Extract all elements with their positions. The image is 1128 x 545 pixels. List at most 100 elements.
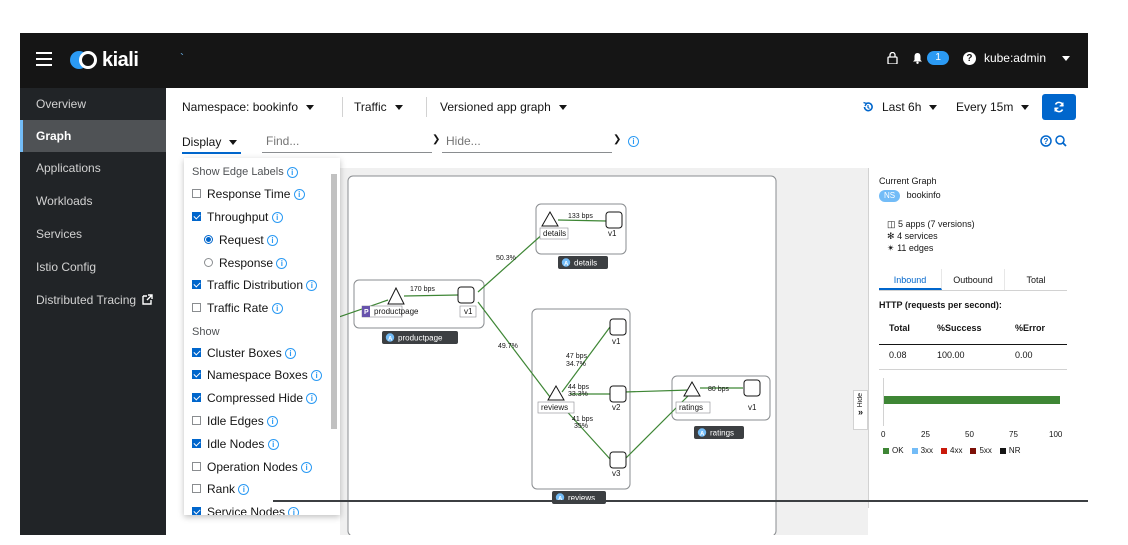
legend-5xx: 5xx [970,446,992,455]
ok-bar [884,396,1060,404]
checkbox-checked-icon[interactable] [192,280,201,290]
hide-panel-toggle[interactable]: Hide » [853,390,868,430]
tab-total[interactable]: Total [1005,269,1067,290]
option-traffic-rate[interactable]: Traffic Rate i [192,298,283,318]
graph-help-icons[interactable]: ? [1040,134,1068,148]
hide-input[interactable] [442,129,612,153]
ratings-node-label: ratings [679,403,703,412]
option-operation-nodes[interactable]: Operation Nodes i [192,457,313,477]
info-icon[interactable]: i [276,258,288,270]
option-response-time[interactable]: Response Time i [192,184,305,204]
sidebar-item-workloads[interactable]: Workloads [20,185,166,217]
duration-label: Last 6h [882,100,922,114]
sidebar-item-istio-config[interactable]: Istio Config [20,251,166,283]
divider [342,97,343,117]
refresh-icon [1054,101,1064,113]
option-label: Namespace Boxes [207,368,308,382]
checkbox-checked-icon[interactable] [192,212,201,222]
bell-icon [913,53,923,64]
menu-scrollbar[interactable] [330,162,338,510]
sidebar-item-graph[interactable]: Graph [20,120,166,152]
radio-selected-icon[interactable] [204,235,213,245]
refresh-interval-dropdown[interactable]: Every 15m [956,95,1030,119]
lock-icon[interactable] [887,52,899,64]
display-dropdown[interactable]: Display [182,130,242,154]
notifications-button[interactable]: 1 [912,51,949,65]
find-input[interactable] [262,129,432,153]
traffic-dropdown[interactable]: Traffic [354,95,403,119]
checkbox-checked-icon[interactable] [192,370,201,380]
option-request[interactable]: Request i [204,230,279,250]
apps-row: ◫ 5 apps (7 versions) [887,218,975,230]
kiali-logo[interactable]: kiali [70,47,139,73]
sidebar-item-applications[interactable]: Applications [20,152,166,184]
user-menu[interactable]: ? kube:admin [962,51,1070,65]
svg-text:ratings: ratings [710,429,734,438]
tab-outbound[interactable]: Outbound [942,269,1005,290]
option-idle-edges[interactable]: Idle Edges i [192,411,279,431]
option-traffic-distribution[interactable]: Traffic Distribution i [192,275,318,295]
graph-canvas[interactable]: P productpage v1 details v1 reviews v1 v… [335,168,868,535]
checkbox-icon[interactable] [192,189,201,199]
find-help-icon[interactable]: i [628,136,639,147]
option-response[interactable]: Response i [204,253,288,273]
info-icon[interactable]: i [293,189,305,201]
chevron-down-icon [558,105,567,111]
info-icon[interactable]: i [286,166,298,178]
edge-label: 35% [574,423,588,430]
info-icon[interactable]: i [311,370,323,382]
sidebar-item-services[interactable]: Services [20,218,166,250]
checkbox-icon[interactable] [192,462,201,472]
graph-type-dropdown[interactable]: Versioned app graph [440,95,567,119]
graph-find-toolbar: Display ❯ ❯ i ? [166,126,1088,158]
edges-count: 11 edges [897,243,934,253]
reviews-node-label: reviews [541,403,568,412]
hide-history-chevron-icon[interactable]: ❯ [613,134,621,145]
find-history-chevron-icon[interactable]: ❯ [432,134,440,145]
help-icon[interactable]: ? [962,51,976,65]
option-rank[interactable]: Rank i [192,479,250,499]
checkbox-icon[interactable] [192,416,201,426]
option-idle-nodes[interactable]: Idle Nodes i [192,434,279,454]
checkbox-checked-icon[interactable] [192,439,201,449]
namespace-label: Namespace: bookinfo [182,100,299,114]
info-icon[interactable]: i [301,462,313,474]
option-throughput[interactable]: Throughput i [192,207,283,227]
option-cluster-boxes[interactable]: Cluster Boxes i [192,343,297,363]
scrollbar-thumb[interactable] [331,174,337,429]
svg-text:?: ? [1044,137,1049,146]
checkbox-checked-icon[interactable] [192,348,201,358]
option-compressed-hide[interactable]: Compressed Hide i [192,388,318,408]
option-label: Rank [207,482,236,496]
edge-label: 33.3% [568,391,588,398]
service-graph[interactable]: P productpage v1 details v1 reviews v1 v… [335,168,868,535]
info-icon[interactable]: i [267,235,279,247]
checkbox-checked-icon[interactable] [192,507,201,515]
masthead-tools: 1 ? kube:admin [887,51,1070,65]
info-icon[interactable]: i [267,439,279,451]
sidebar-item-overview[interactable]: Overview [20,88,166,120]
refresh-button[interactable] [1042,94,1076,120]
info-icon[interactable]: i [267,416,279,428]
checkbox-icon[interactable] [192,303,201,313]
checkbox-checked-icon[interactable] [192,393,201,403]
info-icon[interactable]: i [238,484,250,496]
tab-inbound[interactable]: Inbound [879,269,942,290]
namespace-dropdown[interactable]: Namespace: bookinfo [182,95,315,119]
radio-icon[interactable] [204,258,213,268]
info-icon[interactable]: i [306,393,318,405]
svg-text:A: A [700,432,705,438]
info-icon[interactable]: i [271,212,283,224]
namespace-row: NS bookinfo [879,190,941,202]
duration-dropdown[interactable]: Last 6h [882,95,938,119]
legend-3xx: 3xx [911,446,933,455]
info-icon[interactable]: i [271,303,283,315]
info-icon[interactable]: i [306,280,318,292]
info-icon[interactable]: i [288,507,300,515]
menu-icon[interactable] [36,52,52,66]
checkbox-icon[interactable] [192,484,201,494]
sidebar-item-distributed-tracing[interactable]: Distributed Tracing [20,284,166,316]
option-service-nodes[interactable]: Service Nodes i [192,502,300,515]
option-namespace-boxes[interactable]: Namespace Boxes i [192,365,323,385]
info-icon[interactable]: i [285,348,297,360]
